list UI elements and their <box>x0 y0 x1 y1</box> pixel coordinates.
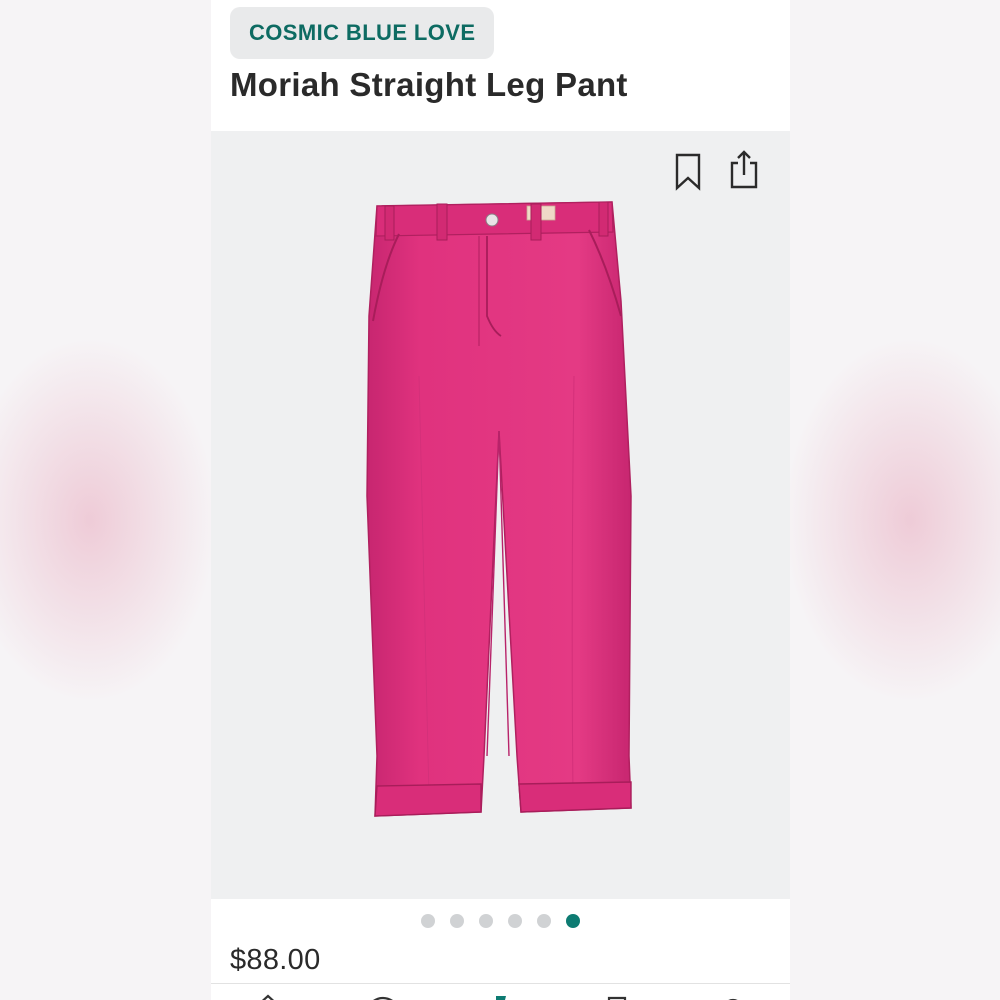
carousel-dot-1[interactable] <box>421 914 435 928</box>
share-icon <box>730 150 758 189</box>
bookmark-icon <box>675 153 701 191</box>
account-icon[interactable] <box>718 992 748 1000</box>
carousel-dot-4[interactable] <box>508 914 522 928</box>
brand-label: COSMIC BLUE LOVE <box>249 20 476 45</box>
brand-chip[interactable]: COSMIC BLUE LOVE <box>230 7 495 59</box>
home-icon[interactable] <box>253 992 283 1000</box>
carousel-dot-3[interactable] <box>479 914 493 928</box>
shield-icon[interactable] <box>368 992 398 1000</box>
pants-image <box>366 201 632 817</box>
product-price: $88.00 <box>230 944 321 976</box>
carousel-dot-6-active[interactable] <box>566 914 580 928</box>
product-image-panel[interactable] <box>211 131 790 899</box>
bookmark-button[interactable] <box>668 150 708 194</box>
carousel-dot-5[interactable] <box>537 914 551 928</box>
carousel-dot-2[interactable] <box>450 914 464 928</box>
bottom-nav <box>211 986 790 1000</box>
product-detail-screen: COSMIC BLUE LOVE Moriah Straight Leg Pan… <box>211 0 790 1000</box>
product-title: Moriah Straight Leg Pant <box>230 66 628 103</box>
flag-icon[interactable] <box>486 992 516 1000</box>
bag-icon[interactable] <box>603 992 633 1000</box>
bottom-divider <box>211 983 790 984</box>
share-button[interactable] <box>724 147 764 191</box>
image-carousel-dots <box>211 910 790 932</box>
